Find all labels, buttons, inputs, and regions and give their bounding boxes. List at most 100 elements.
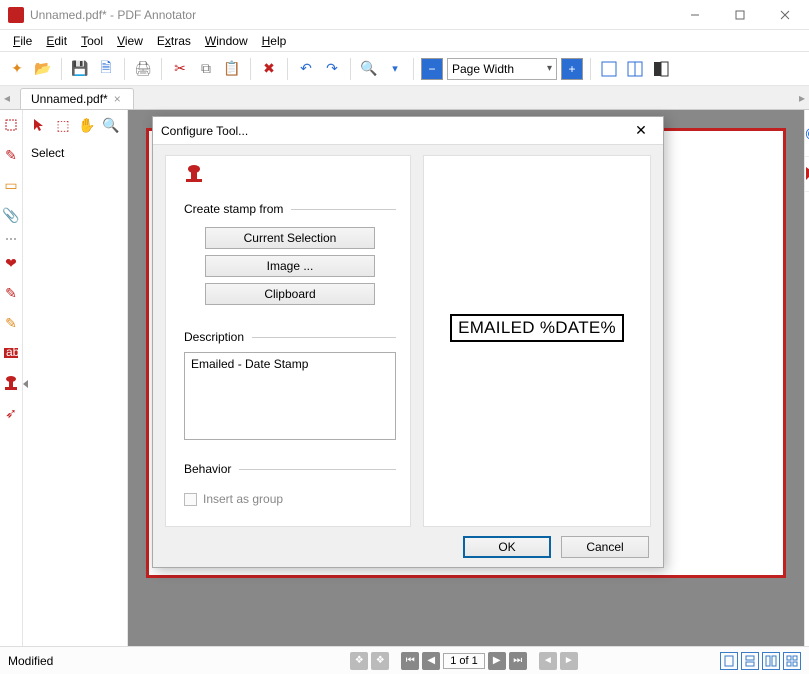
menubar: File Edit Tool View Extras Window Help — [0, 30, 809, 52]
menu-window[interactable]: Window — [198, 32, 255, 50]
last-page-icon[interactable]: ⏭ — [509, 652, 527, 670]
select-tool-icon[interactable] — [0, 114, 22, 136]
clipboard-button[interactable]: Clipboard — [205, 283, 375, 305]
find-icon[interactable]: 🔍 — [358, 58, 380, 80]
menu-tool[interactable]: Tool — [74, 32, 110, 50]
statusbar: Modified ❖ ❖ ⏮ ◀ 1 of 1 ▶ ⏭ ◄ ► — [0, 646, 809, 674]
new-doc-icon[interactable]: ✦ — [6, 58, 28, 80]
zoom-mode-select[interactable]: Page Width ▾ — [447, 58, 557, 80]
view-single-icon[interactable] — [720, 652, 738, 670]
mode-label: Select — [31, 146, 64, 160]
insert-as-group-row: Insert as group — [184, 492, 396, 506]
view-mode-icons — [720, 652, 801, 670]
dialog-close-icon[interactable]: ✕ — [627, 122, 655, 139]
ok-button[interactable]: OK — [463, 536, 551, 558]
page-thumb-next-icon[interactable]: ❖ — [371, 652, 389, 670]
separator — [124, 58, 125, 80]
image-button[interactable]: Image ... — [205, 255, 375, 277]
svg-text:ab: ab — [6, 347, 19, 359]
nav-back-icon[interactable]: ◄ — [539, 652, 557, 670]
current-selection-button[interactable]: Current Selection — [205, 227, 375, 249]
maximize-button[interactable] — [717, 0, 762, 30]
menu-extras[interactable]: Extras — [150, 32, 198, 50]
separator — [590, 58, 591, 80]
right-pane-pointer[interactable] — [805, 156, 809, 192]
pointer-mode-row: ⬚ ✋ 🔍 — [23, 110, 127, 140]
nav-fwd-icon[interactable]: ► — [560, 652, 578, 670]
text-box-tool-icon[interactable]: ab — [0, 342, 22, 364]
minimize-button[interactable] — [672, 0, 717, 30]
zoom-out-icon[interactable]: − — [421, 58, 443, 80]
stamp-tool-icon[interactable] — [0, 372, 22, 394]
lasso-icon[interactable]: ⬚ — [53, 115, 73, 135]
open-icon[interactable]: 📂 — [32, 58, 54, 80]
hand-icon[interactable]: ✋ — [77, 115, 97, 135]
layout2-icon[interactable] — [624, 58, 646, 80]
view-two-page-icon[interactable] — [762, 652, 780, 670]
insert-as-group-checkbox[interactable] — [184, 493, 197, 506]
divider — [291, 209, 396, 210]
arrow-tool-icon[interactable]: ➶ — [0, 402, 22, 424]
right-pane-swirl-icon[interactable]: ◉ — [805, 110, 809, 156]
favorite-tool-icon[interactable]: ❤ — [0, 252, 22, 274]
zoom-tool-icon[interactable]: 🔍 — [101, 115, 121, 135]
tab-scroll-right-icon[interactable]: ▸ — [795, 90, 809, 106]
layout3-icon[interactable] — [650, 58, 672, 80]
cancel-button[interactable]: Cancel — [561, 536, 649, 558]
first-page-icon[interactable]: ⏮ — [401, 652, 419, 670]
save-as-icon[interactable]: 🗎 — [95, 58, 117, 80]
redo-icon[interactable]: ↷ — [321, 58, 343, 80]
copy-icon[interactable]: ⧉ — [195, 58, 217, 80]
next-page-icon[interactable]: ▶ — [488, 652, 506, 670]
prev-page-icon[interactable]: ◀ — [422, 652, 440, 670]
undo-icon[interactable]: ↶ — [295, 58, 317, 80]
chevron-down-icon: ▾ — [547, 63, 552, 74]
menu-help[interactable]: Help — [255, 32, 294, 50]
page-navigator: ❖ ❖ ⏮ ◀ 1 of 1 ▶ ⏭ ◄ ► — [218, 652, 710, 670]
pointer-icon[interactable] — [29, 115, 49, 135]
delete-icon[interactable]: ✖ — [258, 58, 280, 80]
page-field[interactable]: 1 of 1 — [443, 653, 485, 669]
paste-icon[interactable]: 📋 — [221, 58, 243, 80]
dialog-title: Configure Tool... — [161, 124, 627, 138]
view-continuous-icon[interactable] — [741, 652, 759, 670]
close-button[interactable] — [762, 0, 807, 30]
zoom-in-icon[interactable]: + — [561, 58, 583, 80]
stamp-tab-icon[interactable] — [184, 164, 206, 186]
pen-tool-icon[interactable]: ✎ — [0, 144, 22, 166]
description-input[interactable] — [184, 352, 396, 440]
cut-icon[interactable]: ✂ — [169, 58, 191, 80]
separator — [287, 58, 288, 80]
insert-as-group-label: Insert as group — [203, 492, 283, 506]
menu-file[interactable]: File — [6, 32, 39, 50]
separator — [161, 58, 162, 80]
description-label: Description — [184, 330, 244, 344]
layout1-icon[interactable] — [598, 58, 620, 80]
mode-label-row: Select — [23, 140, 127, 166]
divider — [239, 469, 396, 470]
document-tab[interactable]: Unnamed.pdf* × — [20, 88, 134, 109]
zoom-mode-label: Page Width — [452, 62, 514, 76]
menu-edit[interactable]: Edit — [39, 32, 74, 50]
separator-dots — [6, 238, 16, 240]
view-grid-icon[interactable] — [783, 652, 801, 670]
separator — [61, 58, 62, 80]
divider — [252, 337, 396, 338]
page-thumb-prev-icon[interactable]: ❖ — [350, 652, 368, 670]
close-tab-icon[interactable]: × — [114, 92, 121, 106]
stamp-preview: EMAILED %DATE% — [450, 314, 624, 342]
attachment-tool-icon[interactable]: 📎 — [0, 204, 22, 226]
marker-red-icon[interactable]: ✎ — [0, 282, 22, 304]
dialog-titlebar[interactable]: Configure Tool... ✕ — [153, 117, 663, 145]
save-icon[interactable]: 💾 — [69, 58, 91, 80]
menu-view[interactable]: View — [110, 32, 150, 50]
tool-options-column: ⬚ ✋ 🔍 Select — [23, 110, 128, 646]
status-text: Modified — [8, 654, 208, 668]
tab-scroll-left-icon[interactable]: ◂ — [0, 90, 14, 106]
marker-orange-icon[interactable]: ✎ — [0, 312, 22, 334]
titlebar: Unnamed.pdf* - PDF Annotator — [0, 0, 809, 30]
behavior-label: Behavior — [184, 462, 231, 476]
find-next-icon[interactable]: ▾ — [384, 58, 406, 80]
print-icon[interactable]: 🖨 — [132, 58, 154, 80]
note-tool-icon[interactable]: ▭ — [0, 174, 22, 196]
